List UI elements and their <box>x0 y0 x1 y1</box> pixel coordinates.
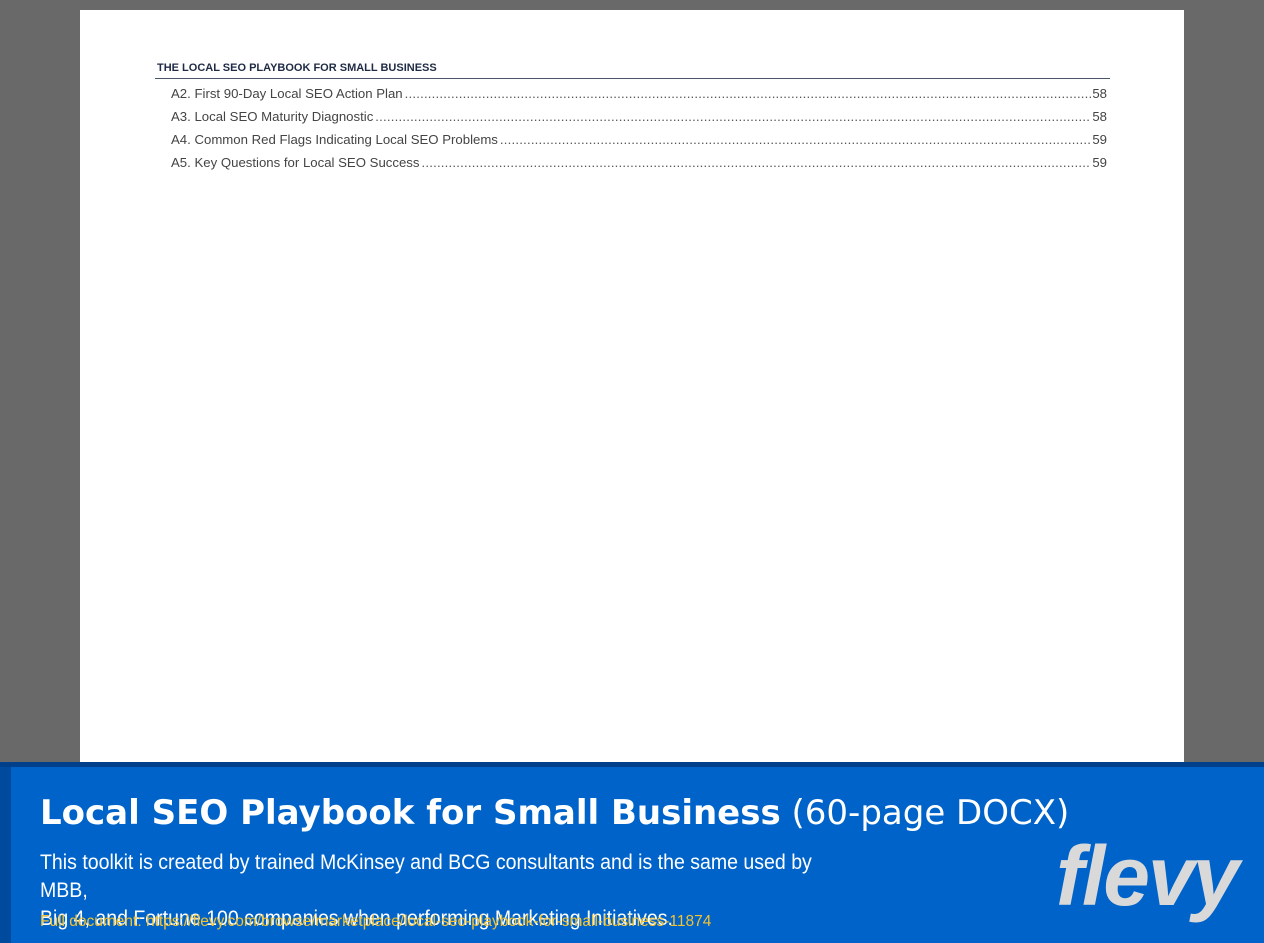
toc-dot-leader <box>405 86 1092 101</box>
toc-entry-title: A3. Local SEO Maturity Diagnostic <box>171 109 374 124</box>
header-divider <box>155 78 1110 79</box>
banner-title: Local SEO Playbook for Small Business (6… <box>40 791 1069 835</box>
toc-entry-page: 59 <box>1092 155 1107 170</box>
toc-entry-title: A4. Common Red Flags Indicating Local SE… <box>171 132 498 147</box>
banner-title-main: Local SEO Playbook for Small Business <box>40 793 781 833</box>
toc-entry[interactable]: A3. Local SEO Maturity Diagnostic 58 <box>171 109 1107 132</box>
toc-dot-leader <box>500 132 1091 147</box>
toc-dot-leader <box>375 109 1091 124</box>
full-document-link[interactable]: Full document: https://flevy.com/browse/… <box>40 912 711 932</box>
toc-dot-leader <box>421 155 1091 170</box>
flevy-logo[interactable]: flevy <box>1056 831 1239 921</box>
running-header: THE LOCAL SEO PLAYBOOK FOR SMALL BUSINES… <box>157 62 437 74</box>
banner-edge-accent <box>0 767 11 943</box>
document-page: THE LOCAL SEO PLAYBOOK FOR SMALL BUSINES… <box>80 10 1184 762</box>
toc-entry[interactable]: A4. Common Red Flags Indicating Local SE… <box>171 132 1107 155</box>
promo-banner: Local SEO Playbook for Small Business (6… <box>0 762 1264 943</box>
banner-description-line: This toolkit is created by trained McKin… <box>40 851 812 902</box>
toc-entry[interactable]: A2. First 90-Day Local SEO Action Plan 5… <box>171 86 1107 109</box>
toc-entry-page: 58 <box>1092 109 1107 124</box>
toc-entry-title: A5. Key Questions for Local SEO Success <box>171 155 420 170</box>
toc-entry[interactable]: A5. Key Questions for Local SEO Success … <box>171 155 1107 178</box>
table-of-contents: A2. First 90-Day Local SEO Action Plan 5… <box>171 86 1107 178</box>
toc-entry-page: 59 <box>1092 132 1107 147</box>
banner-title-format: (60-page DOCX) <box>791 793 1070 833</box>
toc-entry-page: 58 <box>1092 86 1107 101</box>
toc-entry-title: A2. First 90-Day Local SEO Action Plan <box>171 86 403 101</box>
